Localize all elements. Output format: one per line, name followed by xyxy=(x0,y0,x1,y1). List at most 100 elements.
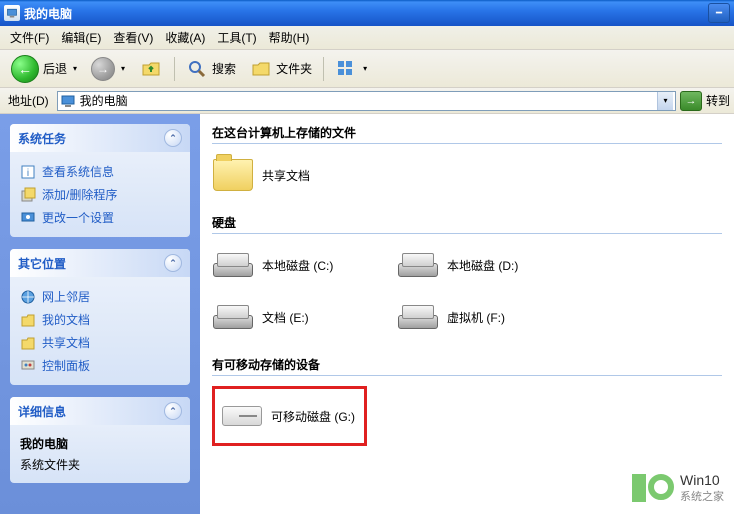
menu-help[interactable]: 帮助(H) xyxy=(263,27,316,48)
place-my-docs[interactable]: 我的文档 xyxy=(20,308,180,331)
menu-file[interactable]: 文件(F) xyxy=(4,27,55,48)
collapse-icon[interactable]: ⌃ xyxy=(164,402,182,420)
panel-title-tasks: 系统任务 xyxy=(18,130,66,147)
back-dropdown-icon[interactable]: ▾ xyxy=(73,64,77,73)
section-files-title: 在这台计算机上存储的文件 xyxy=(212,124,722,144)
collapse-icon[interactable]: ⌃ xyxy=(164,129,182,147)
drive-icon xyxy=(212,244,254,286)
panel-header-details[interactable]: 详细信息 ⌃ xyxy=(10,397,190,425)
place-label: 我的文档 xyxy=(42,311,90,328)
item-label: 本地磁盘 (D:) xyxy=(447,257,518,274)
watermark-line2: 系统之家 xyxy=(680,488,724,504)
toolbar-sep2 xyxy=(323,57,324,81)
up-button[interactable] xyxy=(134,54,168,84)
task-add-remove[interactable]: 添加/删除程序 xyxy=(20,183,180,206)
collapse-icon[interactable]: ⌃ xyxy=(164,254,182,272)
menu-favorites[interactable]: 收藏(A) xyxy=(159,27,211,48)
back-button[interactable]: ← 后退 ▾ xyxy=(6,52,82,86)
forward-icon: → xyxy=(91,57,115,81)
main-area: 系统任务 ⌃ i 查看系统信息 添加/删除程序 更改一个设置 xyxy=(0,114,734,514)
task-system-info[interactable]: i 查看系统信息 xyxy=(20,160,180,183)
task-label: 查看系统信息 xyxy=(42,163,114,180)
minimize-button[interactable]: ━ xyxy=(708,3,730,23)
section-hdd: 硬盘 本地磁盘 (C:) 本地磁盘 (D:) 文档 (E:) 虚拟机 (F:) xyxy=(212,214,722,338)
content: 在这台计算机上存储的文件 共享文档 硬盘 本地磁盘 (C:) 本地磁盘 (D:) xyxy=(200,114,734,514)
watermark: Win10 系统之家 xyxy=(632,472,724,504)
drive-icon xyxy=(212,296,254,338)
place-control-panel[interactable]: 控制面板 xyxy=(20,354,180,377)
search-button[interactable]: 搜索 xyxy=(181,55,241,83)
item-drive-f[interactable]: 虚拟机 (F:) xyxy=(397,296,552,338)
place-network[interactable]: 网上邻居 xyxy=(20,285,180,308)
menubar: 文件(F) 编辑(E) 查看(V) 收藏(A) 工具(T) 帮助(H) xyxy=(0,26,734,50)
folders-label: 文件夹 xyxy=(276,60,312,77)
sidebar: 系统任务 ⌃ i 查看系统信息 添加/删除程序 更改一个设置 xyxy=(0,114,200,514)
item-drive-e[interactable]: 文档 (E:) xyxy=(212,296,367,338)
window-title: 我的电脑 xyxy=(24,5,706,22)
panel-header-tasks[interactable]: 系统任务 ⌃ xyxy=(10,124,190,152)
drive-icon xyxy=(397,244,439,286)
task-label: 添加/删除程序 xyxy=(42,186,117,203)
address-label: 地址(D) xyxy=(4,92,53,109)
panel-system-tasks: 系统任务 ⌃ i 查看系统信息 添加/删除程序 更改一个设置 xyxy=(10,124,190,237)
views-icon xyxy=(335,58,357,80)
item-drive-c[interactable]: 本地磁盘 (C:) xyxy=(212,244,367,286)
forward-dropdown-icon[interactable]: ▾ xyxy=(121,64,125,73)
place-label: 网上邻居 xyxy=(42,288,90,305)
folders-button[interactable]: 文件夹 xyxy=(245,55,317,83)
section-files: 在这台计算机上存储的文件 共享文档 xyxy=(212,124,722,196)
address-dropdown-icon[interactable]: ▾ xyxy=(657,92,673,110)
search-label: 搜索 xyxy=(212,60,236,77)
back-label: 后退 xyxy=(43,60,67,77)
item-drive-d[interactable]: 本地磁盘 (D:) xyxy=(397,244,552,286)
item-label: 本地磁盘 (C:) xyxy=(262,257,333,274)
control-panel-icon xyxy=(20,358,36,374)
go-label: 转到 xyxy=(706,92,730,109)
place-shared-docs[interactable]: 共享文档 xyxy=(20,331,180,354)
docs-icon xyxy=(20,312,36,328)
folders-icon xyxy=(250,58,272,80)
panel-body-other: 网上邻居 我的文档 共享文档 控制面板 xyxy=(10,277,190,385)
views-button[interactable]: ▾ xyxy=(330,55,372,83)
panel-body-tasks: i 查看系统信息 添加/删除程序 更改一个设置 xyxy=(10,152,190,237)
menu-view[interactable]: 查看(V) xyxy=(107,27,159,48)
details-name: 我的电脑 xyxy=(20,433,180,454)
section-removable: 有可移动存储的设备 可移动磁盘 (G:) xyxy=(212,356,722,446)
menu-tools[interactable]: 工具(T) xyxy=(211,27,262,48)
address-icon xyxy=(60,93,76,109)
up-folder-icon xyxy=(139,57,163,81)
item-label: 文档 (E:) xyxy=(262,309,309,326)
item-label: 共享文档 xyxy=(262,167,310,184)
details-type: 系统文件夹 xyxy=(20,454,180,475)
add-remove-icon xyxy=(20,187,36,203)
section-removable-title: 有可移动存储的设备 xyxy=(212,356,722,376)
watermark-line1: Win10 xyxy=(680,472,724,488)
settings-icon xyxy=(20,210,36,226)
svg-text:i: i xyxy=(27,168,29,179)
task-change-setting[interactable]: 更改一个设置 xyxy=(20,206,180,229)
task-label: 更改一个设置 xyxy=(42,209,114,226)
go-button[interactable]: → xyxy=(680,91,702,111)
address-value: 我的电脑 xyxy=(80,92,128,109)
info-icon: i xyxy=(20,164,36,180)
item-label: 虚拟机 (F:) xyxy=(447,309,505,326)
panel-details: 详细信息 ⌃ 我的电脑 系统文件夹 xyxy=(10,397,190,483)
item-shared-docs[interactable]: 共享文档 xyxy=(212,154,367,196)
forward-button[interactable]: → ▾ xyxy=(86,54,130,84)
shared-icon xyxy=(20,335,36,351)
panel-other-places: 其它位置 ⌃ 网上邻居 我的文档 共享文档 控制面板 xyxy=(10,249,190,385)
titlebar: 我的电脑 ━ xyxy=(0,0,734,26)
watermark-logo xyxy=(632,474,674,502)
panel-title-other: 其它位置 xyxy=(18,255,66,272)
panel-body-details: 我的电脑 系统文件夹 xyxy=(10,425,190,483)
place-label: 共享文档 xyxy=(42,334,90,351)
my-computer-icon xyxy=(4,5,20,21)
item-removable-g[interactable]: 可移动磁盘 (G:) xyxy=(212,386,367,446)
toolbar-sep xyxy=(174,57,175,81)
views-dropdown-icon[interactable]: ▾ xyxy=(363,64,367,73)
back-icon: ← xyxy=(11,55,39,83)
panel-header-other[interactable]: 其它位置 ⌃ xyxy=(10,249,190,277)
address-input[interactable]: 我的电脑 ▾ xyxy=(57,91,676,111)
item-label: 可移动磁盘 (G:) xyxy=(271,408,355,425)
menu-edit[interactable]: 编辑(E) xyxy=(55,27,107,48)
